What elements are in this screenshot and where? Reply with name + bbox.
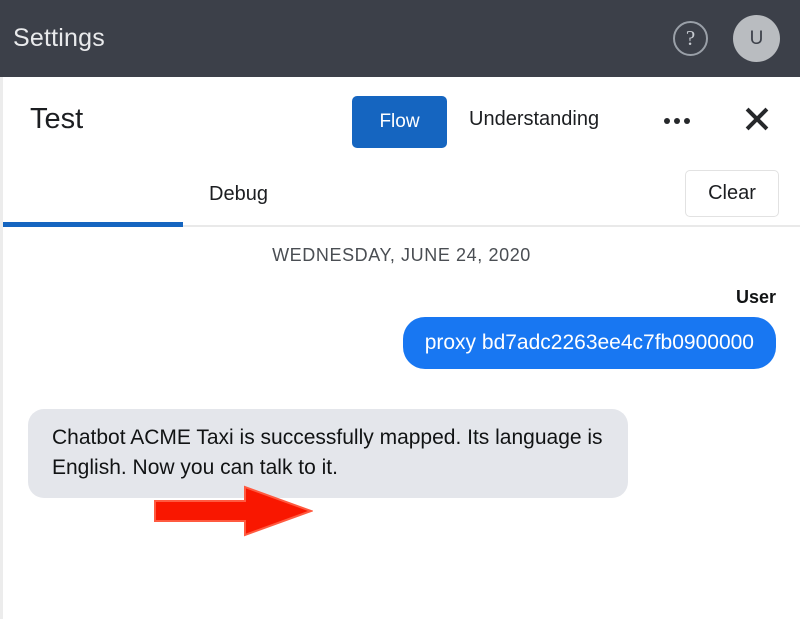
avatar[interactable]: U	[733, 15, 780, 62]
user-message-bubble[interactable]: proxy bd7adc2263ee4c7fb0900000	[402, 317, 776, 370]
understanding-button[interactable]: Understanding	[469, 108, 599, 131]
bot-message-bubble[interactable]: Chatbot ACME Taxi is successfully mapped…	[28, 409, 628, 498]
panel-header: Test Flow Understanding	[3, 77, 800, 163]
tab-debug[interactable]: Debug	[209, 183, 268, 206]
ellipsis-dot	[674, 118, 680, 124]
date-separator: WEDNESDAY, JUNE 24, 2020	[272, 245, 531, 265]
ellipsis-dot	[684, 118, 690, 124]
help-icon[interactable]: ?	[673, 21, 708, 56]
panel-tabs: Conversation Debug Clear	[3, 163, 800, 573]
message-sender-label: User	[735, 287, 776, 307]
page-title: Settings	[13, 24, 105, 52]
clear-button[interactable]: Clear	[685, 170, 779, 217]
app-topbar: Settings ? U	[0, 0, 800, 77]
ellipsis-icon[interactable]	[663, 109, 693, 133]
test-panel: Test Flow Understanding Conversation Deb…	[0, 77, 800, 619]
app-window: Settings ? U Test Flow Understanding Con…	[0, 0, 800, 619]
panel-title: Test	[30, 103, 84, 135]
close-icon[interactable]	[743, 105, 771, 133]
ellipsis-dot	[664, 118, 670, 124]
conversation-area: WEDNESDAY, JUNE 24, 2020 User proxy bd7a…	[3, 227, 800, 617]
flow-button[interactable]: Flow	[352, 96, 447, 148]
